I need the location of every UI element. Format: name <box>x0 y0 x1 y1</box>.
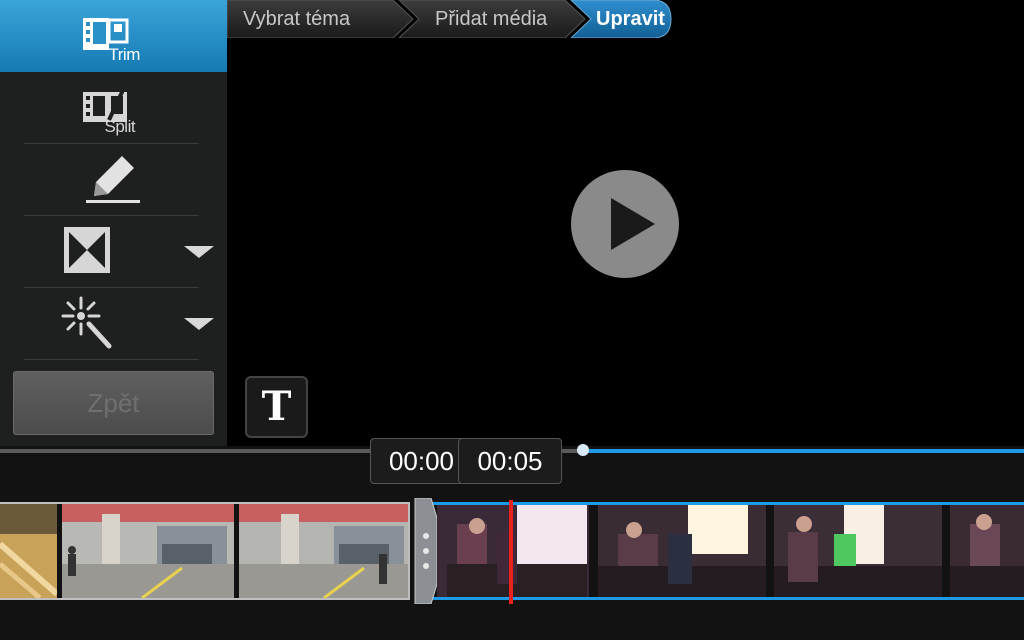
play-button[interactable] <box>571 170 679 278</box>
text-icon: T <box>261 383 292 430</box>
split-label: Split <box>104 117 136 136</box>
play-icon <box>611 198 655 250</box>
chevron-down-icon[interactable] <box>184 246 214 258</box>
edit-text-button[interactable] <box>0 144 227 216</box>
clip-1[interactable] <box>0 502 410 600</box>
breadcrumb-label-theme: Vybrat téma <box>243 8 351 30</box>
playhead[interactable] <box>509 500 513 604</box>
trim-icon: Trim <box>79 8 149 64</box>
chevron-down-icon[interactable] <box>184 318 214 330</box>
edit-toolbar: Trim Split Zpět <box>0 0 227 446</box>
breadcrumb-label-media: Přidat média <box>435 8 548 30</box>
split-button[interactable]: Split <box>0 72 227 144</box>
progress-fill <box>582 449 1024 453</box>
current-time: 00:05 <box>458 438 562 484</box>
pencil-icon <box>82 150 146 210</box>
breadcrumb-label-edit: Upravit <box>596 8 665 30</box>
breadcrumb: Vybrat téma Přidat média Upravit <box>227 0 687 38</box>
add-text-button[interactable]: T <box>245 376 308 438</box>
clip-2[interactable] <box>433 502 1024 600</box>
toolbar-divider <box>24 359 199 360</box>
effects-wand-icon <box>59 294 115 354</box>
progress-knob[interactable] <box>577 444 589 456</box>
trim-button[interactable]: Trim <box>0 0 227 72</box>
trim-label: Trim <box>108 45 141 64</box>
split-icon: Split <box>79 80 149 136</box>
transition-button[interactable] <box>0 216 227 288</box>
transition-icon <box>63 226 111 278</box>
effects-button[interactable] <box>0 288 227 360</box>
trim-handle[interactable] <box>413 497 438 605</box>
undo-button[interactable]: Zpět <box>13 371 214 435</box>
